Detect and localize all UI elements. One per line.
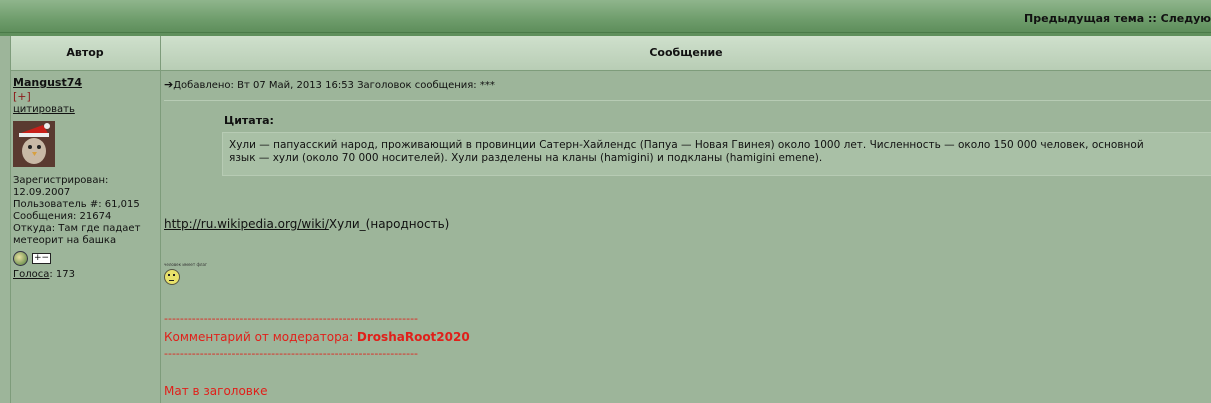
mod-separator-top: ----------------------------------------… (164, 312, 419, 325)
location-line-1: Откуда: Там где падает (13, 223, 141, 234)
quote-label: Цитата: (224, 114, 274, 127)
table-header: Автор Сообщение (0, 36, 1211, 71)
author-icons: +− (13, 251, 159, 266)
column-divider (160, 36, 161, 403)
top-bar: Предыдущая тема :: Следую (0, 0, 1211, 33)
expand-toggle[interactable]: [+] (13, 90, 159, 103)
mod-reason: Мат в заголовке (164, 384, 268, 398)
mod-comment-label: Комментарий от модератора: (164, 330, 357, 344)
votes: Голоса: 173 (13, 269, 159, 280)
avatar (13, 121, 55, 167)
registered-date: 12.09.2007 (13, 187, 71, 198)
author-name-link[interactable]: Mangust74 (13, 76, 159, 89)
author-column-header: Автор (66, 46, 104, 59)
post-count: Сообщения: 21674 (13, 211, 112, 222)
post-header-text: Добавлено: Вт 07 Май, 2013 16:53 Заголов… (173, 80, 495, 91)
user-number: Пользователь #: 61,015 (13, 199, 140, 210)
arrow-icon[interactable]: ➔ (164, 78, 173, 91)
message-column-header: Сообщение (649, 46, 723, 59)
author-info: Зарегистрирован: 12.09.2007 Пользователь… (13, 175, 159, 247)
post-header: ➔Добавлено: Вт 07 Май, 2013 16:53 Заголо… (164, 72, 1211, 101)
post-body: ➔Добавлено: Вт 07 Май, 2013 16:53 Заголо… (164, 72, 1211, 398)
mod-name: DroshaRoot2020 (356, 330, 470, 344)
votes-value: : 173 (49, 269, 75, 280)
plus-minus-icon[interactable]: +− (32, 253, 52, 264)
avatar-image (13, 121, 55, 167)
mod-comment: Комментарий от модератора: DroshaRoot202… (164, 330, 470, 344)
votes-link[interactable]: Голоса (13, 269, 49, 280)
smiley-icon (164, 269, 180, 285)
quote-link[interactable]: цитировать (13, 104, 159, 115)
prev-next-topic-nav[interactable]: Предыдущая тема :: Следую (1024, 12, 1211, 25)
wiki-suffix: Хули_(народность) (328, 217, 450, 231)
mod-separator-bottom: ----------------------------------------… (164, 347, 419, 360)
location-line-2: метеорит на башка (13, 235, 117, 246)
author-panel: Mangust74 [+] цитировать Зарегистрирован… (13, 76, 159, 280)
left-border (0, 36, 11, 403)
quote-box: Хули — папуасский народ, проживающий в п… (222, 132, 1211, 176)
registered-label: Зарегистрирован: (13, 175, 109, 186)
tiny-caption: человек имеет флаг (164, 262, 208, 267)
globe-icon[interactable] (13, 251, 28, 266)
wiki-link-line: http://ru.wikipedia.org/wiki/Хули_(народ… (164, 217, 449, 231)
wiki-link[interactable]: http://ru.wikipedia.org/wiki/ (164, 217, 329, 231)
